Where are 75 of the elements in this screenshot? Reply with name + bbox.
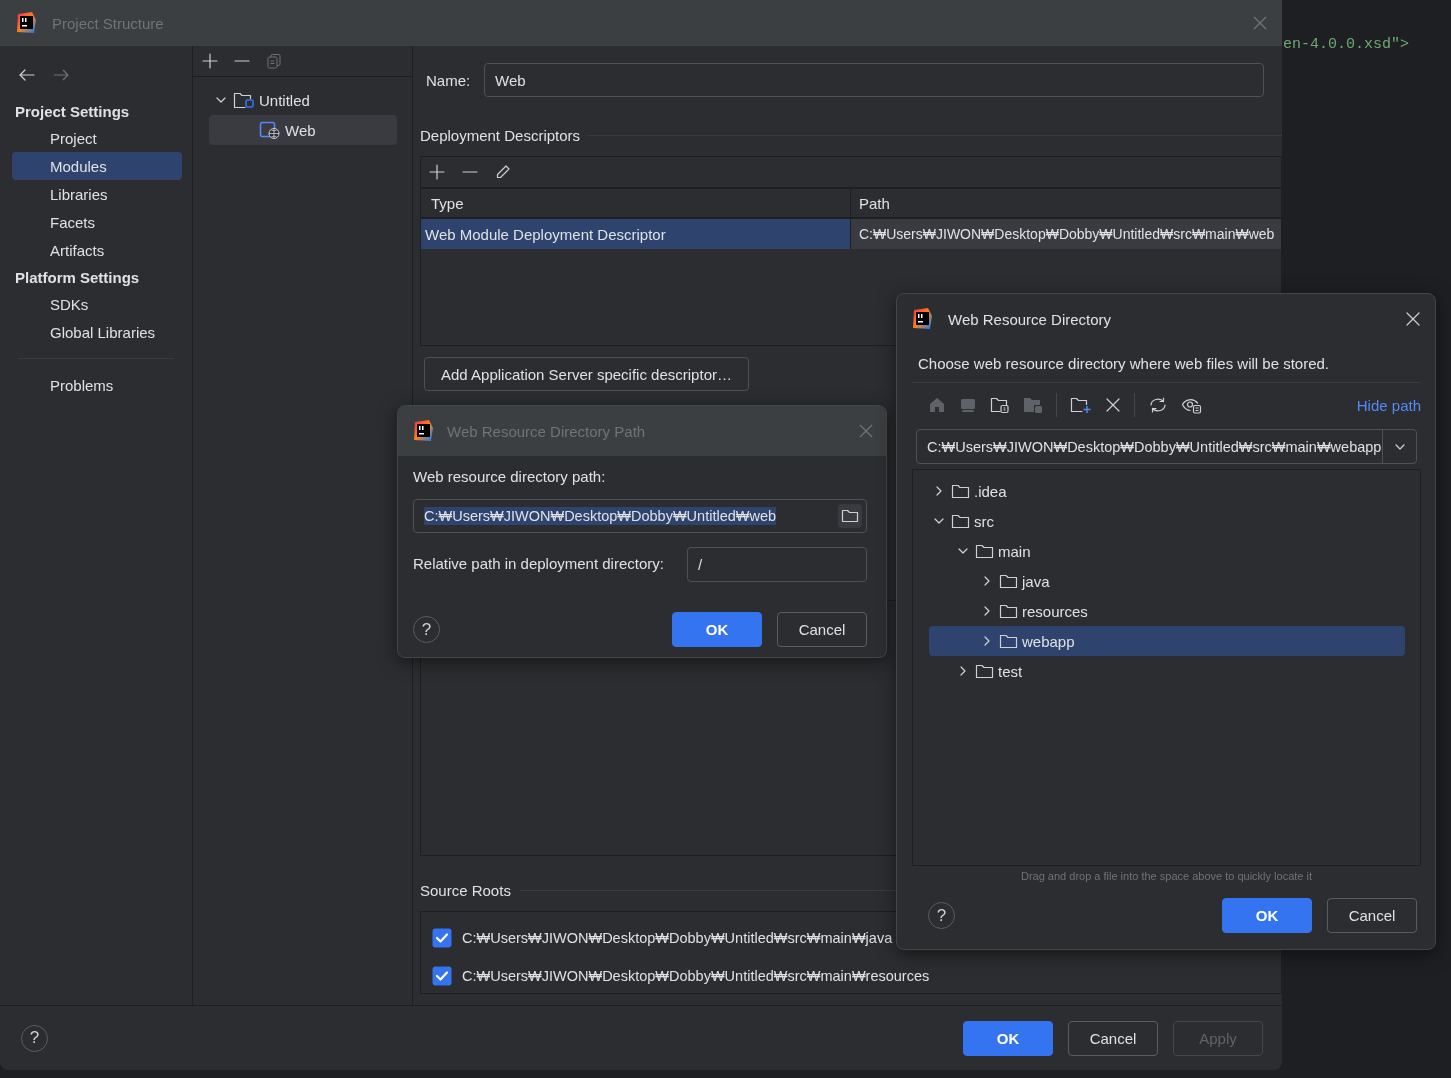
ok-button[interactable]: OK <box>672 612 762 647</box>
code-text: en-4.0.0.xsd"> <box>1283 36 1410 53</box>
relative-path-field[interactable]: / <box>687 547 867 582</box>
app-logo-icon <box>413 420 433 442</box>
folder-icon <box>999 603 1018 619</box>
sidebar-item[interactable]: SDKs <box>12 290 182 318</box>
column-header: Path <box>858 193 891 214</box>
column-header: Type <box>421 189 851 217</box>
web-module-icon <box>259 121 281 139</box>
dialog-title: Web Resource Directory <box>948 310 1113 328</box>
edit-icon[interactable] <box>495 164 511 180</box>
delete-icon[interactable] <box>1105 397 1121 413</box>
section-heading: Platform Settings <box>14 268 141 288</box>
folder-icon <box>999 573 1018 589</box>
ok-button[interactable]: OK <box>1222 898 1312 933</box>
hint-text: Drag and drop a file into the space above to quickly locate it <box>1019 869 1314 884</box>
cancel-button[interactable]: Cancel <box>777 612 867 647</box>
add-icon[interactable] <box>429 164 445 180</box>
cancel-button[interactable]: Cancel <box>1327 898 1417 933</box>
sidebar-item[interactable]: Libraries <box>12 180 182 208</box>
sidebar-item[interactable]: Global Libraries <box>12 318 182 346</box>
browse-button[interactable] <box>838 504 862 528</box>
new-folder-icon[interactable] <box>1070 396 1092 414</box>
cancel-button[interactable]: Cancel <box>1068 1020 1158 1056</box>
sidebar-item[interactable]: Project <box>12 124 182 152</box>
add-icon[interactable] <box>202 53 218 69</box>
tree-item[interactable]: .idea <box>929 476 1405 506</box>
description-text: Choose web resource directory where web files will be stored. <box>912 344 1421 383</box>
app-logo-icon <box>16 12 36 34</box>
show-hidden-icon[interactable] <box>1181 396 1203 414</box>
ok-button[interactable]: OK <box>963 1020 1053 1056</box>
field-label: Relative path in deployment directory: <box>413 554 664 574</box>
add-descriptor-button[interactable]: Add Application Server specific descriptor… <box>424 357 749 391</box>
folder-icon <box>951 483 970 499</box>
dialog-title: Web Resource Directory Path <box>447 422 647 440</box>
sidebar-item[interactable]: Modules <box>12 152 182 180</box>
field-label: Web resource directory path: <box>413 468 607 487</box>
folder-icon <box>975 663 994 679</box>
hide-path-link[interactable]: Hide path <box>1356 396 1421 414</box>
copy-icon[interactable] <box>266 53 282 69</box>
project-folder-icon[interactable] <box>990 396 1010 414</box>
folder-icon <box>999 633 1018 649</box>
section-title: Source Roots <box>420 881 511 899</box>
path-field[interactable]: C:₩Users₩JIWON₩Desktop₩Dobby₩Untitled₩web <box>413 499 867 533</box>
section-title: Deployment Descriptors <box>420 126 581 144</box>
table-cell[interactable]: C:₩Users₩JIWON₩Desktop₩Dobby₩Untitled₩src₩main₩web <box>851 219 1281 249</box>
name-label: Name: <box>425 71 472 89</box>
refresh-icon[interactable] <box>1148 396 1168 414</box>
tree-item[interactable]: resources <box>929 596 1405 626</box>
source-root-path: C:₩Users₩JIWON₩Desktop₩Dobby₩Untitled₩src₩main₩resources <box>462 967 930 984</box>
tree-item[interactable]: main <box>929 536 1405 566</box>
tree-item[interactable]: test <box>929 656 1405 686</box>
table-cell[interactable]: Web Module Deployment Descriptor <box>421 219 851 249</box>
tree-item[interactable]: Untitled <box>209 85 397 115</box>
tree-item[interactable]: Web <box>209 115 397 145</box>
folder-icon <box>841 508 859 524</box>
folder-icon <box>975 543 994 559</box>
source-root-path: C:₩Users₩JIWON₩Desktop₩Dobby₩Untitled₩src₩main₩java <box>462 929 893 946</box>
tree-item[interactable]: java <box>929 566 1405 596</box>
sidebar-item[interactable]: Problems <box>12 371 182 399</box>
name-field[interactable]: Web <box>484 63 1264 97</box>
checkbox[interactable] <box>432 965 452 986</box>
app-logo-icon <box>912 308 932 330</box>
folder-icon <box>233 91 255 109</box>
folder-icon <box>951 513 970 529</box>
path-combo-box[interactable]: C:₩Users₩JIWON₩Desktop₩Dobby₩Untitled₩src₩main₩webapp <box>916 429 1417 464</box>
back-arrow-icon[interactable] <box>18 67 36 83</box>
tree-item[interactable]: src <box>929 506 1405 536</box>
window-title: Project Structure <box>52 14 165 32</box>
checkbox[interactable] <box>432 927 452 948</box>
section-heading: Project Settings <box>14 102 131 122</box>
forward-arrow-icon[interactable] <box>52 67 70 83</box>
tree-item[interactable]: webapp <box>929 626 1405 656</box>
sidebar-item[interactable]: Facets <box>12 208 182 236</box>
sidebar-item[interactable]: Artifacts <box>12 236 182 264</box>
